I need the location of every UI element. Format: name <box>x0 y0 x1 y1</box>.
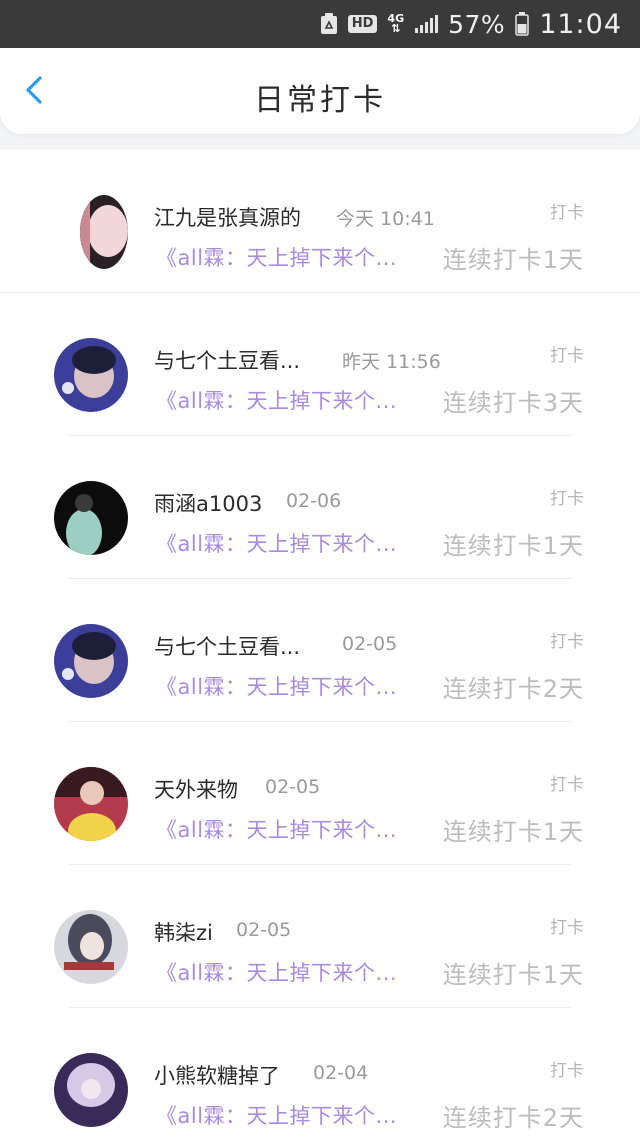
streak-text: 连续打卡2天 <box>442 1104 584 1132</box>
book-title: 《all霖：天上掉下来个... <box>156 675 398 699</box>
signal-icon <box>414 14 439 34</box>
list-item[interactable]: 小熊软糖掉了 02-04 打卡 《all霖：天上掉下来个... 连续打卡2天 <box>0 1008 640 1138</box>
avatar <box>54 624 128 698</box>
book-title: 《all霖：天上掉下来个... <box>156 1104 398 1128</box>
list-item[interactable]: 与七个土豆看... 昨天 11:56 打卡 《all霖：天上掉下来个... 连续… <box>0 293 640 436</box>
list-item[interactable]: 天外来物 02-05 打卡 《all霖：天上掉下来个... 连续打卡1天 <box>0 722 640 865</box>
page-title: 日常打卡 <box>254 83 386 118</box>
avatar <box>54 481 128 555</box>
streak-text: 连续打卡2天 <box>442 675 584 703</box>
hd-badge: HD <box>347 15 378 33</box>
checkin-time: 02-06 <box>286 490 342 512</box>
battery-percent: 57% <box>448 9 506 39</box>
avatar <box>54 767 128 841</box>
checkin-time: 02-05 <box>265 776 321 798</box>
streak-text: 连续打卡1天 <box>442 961 584 989</box>
avatar <box>54 910 128 984</box>
avatar <box>54 338 128 412</box>
checkin-tag: 打卡 <box>550 918 584 938</box>
data-arrows-icon: ⇅ <box>391 22 401 35</box>
user-name: 小熊软糖掉了 <box>154 1064 280 1088</box>
battery-icon <box>515 12 529 36</box>
user-name: 与七个土豆看... <box>154 349 301 373</box>
network-indicator: 4G ⇅ <box>387 13 404 35</box>
checkin-tag: 打卡 <box>550 632 584 652</box>
checkin-time: 02-04 <box>313 1062 369 1084</box>
streak-text: 连续打卡1天 <box>442 532 584 560</box>
checkin-time: 02-05 <box>236 919 292 941</box>
recycle-icon <box>320 13 338 35</box>
checkin-tag: 打卡 <box>550 1061 584 1081</box>
checkin-time: 昨天 11:56 <box>342 351 441 373</box>
avatar <box>80 195 128 269</box>
list-item[interactable]: 韩柒zi 02-05 打卡 《all霖：天上掉下来个... 连续打卡1天 <box>0 865 640 1008</box>
user-name: 韩柒zi <box>154 921 213 945</box>
status-bar: HD 4G ⇅ 57% 11:04 <box>0 0 640 48</box>
book-title: 《all霖：天上掉下来个... <box>156 818 398 842</box>
streak-text: 连续打卡1天 <box>442 246 584 274</box>
status-clock: 11:04 <box>539 8 622 40</box>
user-name: 江九是张真源的 <box>154 206 301 230</box>
user-name: 天外来物 <box>154 778 238 802</box>
checkin-time: 02-05 <box>342 633 398 655</box>
streak-text: 连续打卡1天 <box>442 818 584 846</box>
checkin-tag: 打卡 <box>550 775 584 795</box>
page-header: 日常打卡 <box>0 48 640 134</box>
checkin-list: 江九是张真源的 今天 10:41 打卡 《all霖：天上掉下来个... 连续打卡… <box>0 150 640 1138</box>
checkin-tag: 打卡 <box>550 346 584 366</box>
list-item[interactable]: 江九是张真源的 今天 10:41 打卡 《all霖：天上掉下来个... 连续打卡… <box>0 150 640 293</box>
list-item[interactable]: 与七个土豆看... 02-05 打卡 《all霖：天上掉下来个... 连续打卡2… <box>0 579 640 722</box>
book-title: 《all霖：天上掉下来个... <box>156 389 398 413</box>
list-item[interactable]: 雨涵a1003 02-06 打卡 《all霖：天上掉下来个... 连续打卡1天 <box>0 436 640 579</box>
user-name: 雨涵a1003 <box>154 492 263 516</box>
user-name: 与七个土豆看... <box>154 635 301 659</box>
checkin-tag: 打卡 <box>550 203 584 223</box>
avatar <box>54 1053 128 1127</box>
streak-text: 连续打卡3天 <box>442 389 584 417</box>
book-title: 《all霖：天上掉下来个... <box>156 246 398 270</box>
book-title: 《all霖：天上掉下来个... <box>156 961 398 985</box>
checkin-tag: 打卡 <box>550 489 584 509</box>
book-title: 《all霖：天上掉下来个... <box>156 532 398 556</box>
checkin-time: 今天 10:41 <box>336 208 435 230</box>
